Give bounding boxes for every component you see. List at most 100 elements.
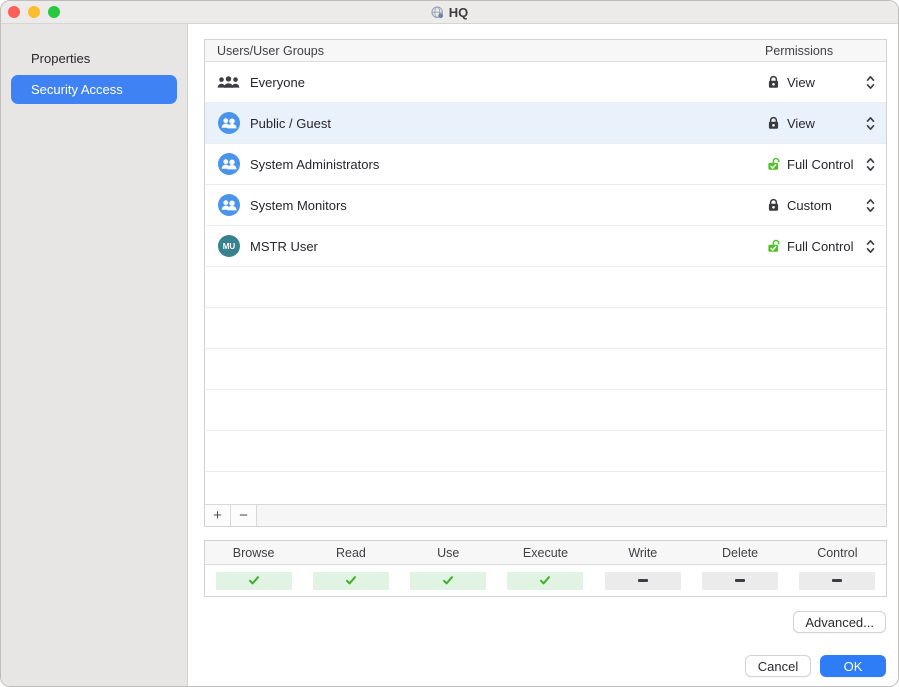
up-down-chevrons-icon[interactable] (866, 157, 875, 172)
matrix-cell-wrap (594, 572, 691, 590)
window-title-area: HQ (1, 1, 898, 23)
check-icon (442, 575, 454, 586)
permission-popup[interactable]: Full Control (767, 239, 853, 254)
lock-closed-icon (767, 198, 780, 212)
user-group-name: MSTR User (250, 239, 318, 254)
acl-rows: Everyone View Public (205, 62, 886, 504)
advanced-button[interactable]: Advanced... (793, 611, 886, 633)
permission-level-label: Custom (787, 198, 832, 213)
dash-icon (832, 579, 842, 582)
permission-denied-cell[interactable] (605, 572, 681, 590)
zoom-window-button[interactable] (48, 6, 60, 18)
permission-denied-cell[interactable] (799, 572, 875, 590)
matrix-cell-wrap (691, 572, 788, 590)
dash-icon (638, 579, 648, 582)
table-header: Users/User Groups Permissions (205, 40, 886, 62)
matrix-column-header: Write (594, 546, 691, 560)
svg-text:MU: MU (222, 242, 235, 251)
table-row[interactable]: System Monitors Custom (205, 185, 886, 226)
cancel-button-label: Cancel (758, 659, 798, 674)
row-icon-box: MU (217, 235, 240, 257)
user-group-name: Everyone (250, 75, 305, 90)
user-group-name: Public / Guest (250, 116, 331, 131)
permission-level-label: Full Control (787, 239, 853, 254)
permissions-column-header: Permissions (765, 44, 833, 58)
user-initials-avatar: MU (218, 235, 240, 257)
check-icon (345, 575, 357, 586)
window-controls (8, 6, 60, 18)
lock-open-check-icon (767, 157, 780, 171)
group-circle-icon (218, 153, 240, 175)
empty-table-row (205, 308, 886, 349)
sidebar-item-label: Properties (31, 51, 90, 66)
empty-table-row (205, 349, 886, 390)
permission-granted-cell[interactable] (313, 572, 389, 590)
row-icon-box (217, 194, 240, 216)
permission-granted-cell[interactable] (507, 572, 583, 590)
lock-closed-icon (767, 75, 780, 89)
up-down-chevrons-icon[interactable] (866, 116, 875, 131)
up-down-chevrons-icon[interactable] (866, 75, 875, 90)
table-row[interactable]: MU MSTR User Full Control (205, 226, 886, 267)
users-permissions-table: Users/User Groups Permissions Everyone V… (204, 39, 887, 527)
group-people-icon (217, 75, 240, 89)
sidebar: Properties Security Access (1, 24, 188, 687)
lock-closed-icon (767, 116, 780, 130)
remove-user-button[interactable]: − (231, 505, 257, 526)
dialog-window: HQ Properties Security Access Users/User… (0, 0, 899, 687)
empty-table-row (205, 390, 886, 431)
permission-level-label: Full Control (787, 157, 853, 172)
sidebar-item-properties[interactable]: Properties (11, 45, 177, 71)
row-icon-box (217, 75, 240, 89)
permission-popup[interactable]: Full Control (767, 157, 853, 172)
minus-icon: − (239, 508, 248, 523)
close-window-button[interactable] (8, 6, 20, 18)
matrix-cell-wrap (302, 572, 399, 590)
advanced-button-label: Advanced... (805, 615, 874, 630)
sidebar-item-security-access[interactable]: Security Access (11, 75, 177, 104)
users-column-header: Users/User Groups (217, 44, 324, 58)
table-footer-toolbar: + − (205, 504, 886, 526)
minimize-window-button[interactable] (28, 6, 40, 18)
ok-button[interactable]: OK (820, 655, 886, 677)
permission-matrix: BrowseReadUseExecuteWriteDeleteControl (204, 540, 887, 597)
matrix-cell-wrap (205, 572, 302, 590)
permission-level-label: View (787, 116, 815, 131)
lock-open-check-icon (767, 239, 780, 253)
empty-table-row (205, 267, 886, 308)
plus-icon: + (213, 508, 222, 523)
permission-popup[interactable]: View (767, 75, 815, 90)
add-user-button[interactable]: + (205, 505, 231, 526)
permission-popup[interactable]: View (767, 116, 815, 131)
matrix-column-header: Delete (691, 546, 788, 560)
cancel-button[interactable]: Cancel (745, 655, 811, 677)
matrix-column-header: Control (789, 546, 886, 560)
permission-granted-cell[interactable] (216, 572, 292, 590)
up-down-chevrons-icon[interactable] (866, 198, 875, 213)
permission-level-label: View (787, 75, 815, 90)
check-icon (248, 575, 260, 586)
matrix-header: BrowseReadUseExecuteWriteDeleteControl (205, 541, 886, 565)
table-row[interactable]: Public / Guest View (205, 103, 886, 144)
empty-table-row (205, 431, 886, 472)
table-row[interactable]: Everyone View (205, 62, 886, 103)
table-row[interactable]: System Administrators Full Control (205, 144, 886, 185)
sidebar-item-label: Security Access (31, 82, 123, 97)
dash-icon (735, 579, 745, 582)
matrix-column-header: Read (302, 546, 399, 560)
permission-denied-cell[interactable] (702, 572, 778, 590)
ok-button-label: OK (844, 659, 863, 674)
permission-granted-cell[interactable] (410, 572, 486, 590)
group-circle-icon (218, 194, 240, 216)
up-down-chevrons-icon[interactable] (866, 239, 875, 254)
matrix-cell-wrap (789, 572, 886, 590)
user-group-name: System Monitors (250, 198, 347, 213)
user-group-name: System Administrators (250, 157, 379, 172)
row-icon-box (217, 153, 240, 175)
permission-popup[interactable]: Custom (767, 198, 832, 213)
matrix-column-header: Use (400, 546, 497, 560)
check-icon (539, 575, 551, 586)
matrix-cell-wrap (400, 572, 497, 590)
matrix-column-header: Execute (497, 546, 594, 560)
matrix-body (205, 565, 886, 596)
